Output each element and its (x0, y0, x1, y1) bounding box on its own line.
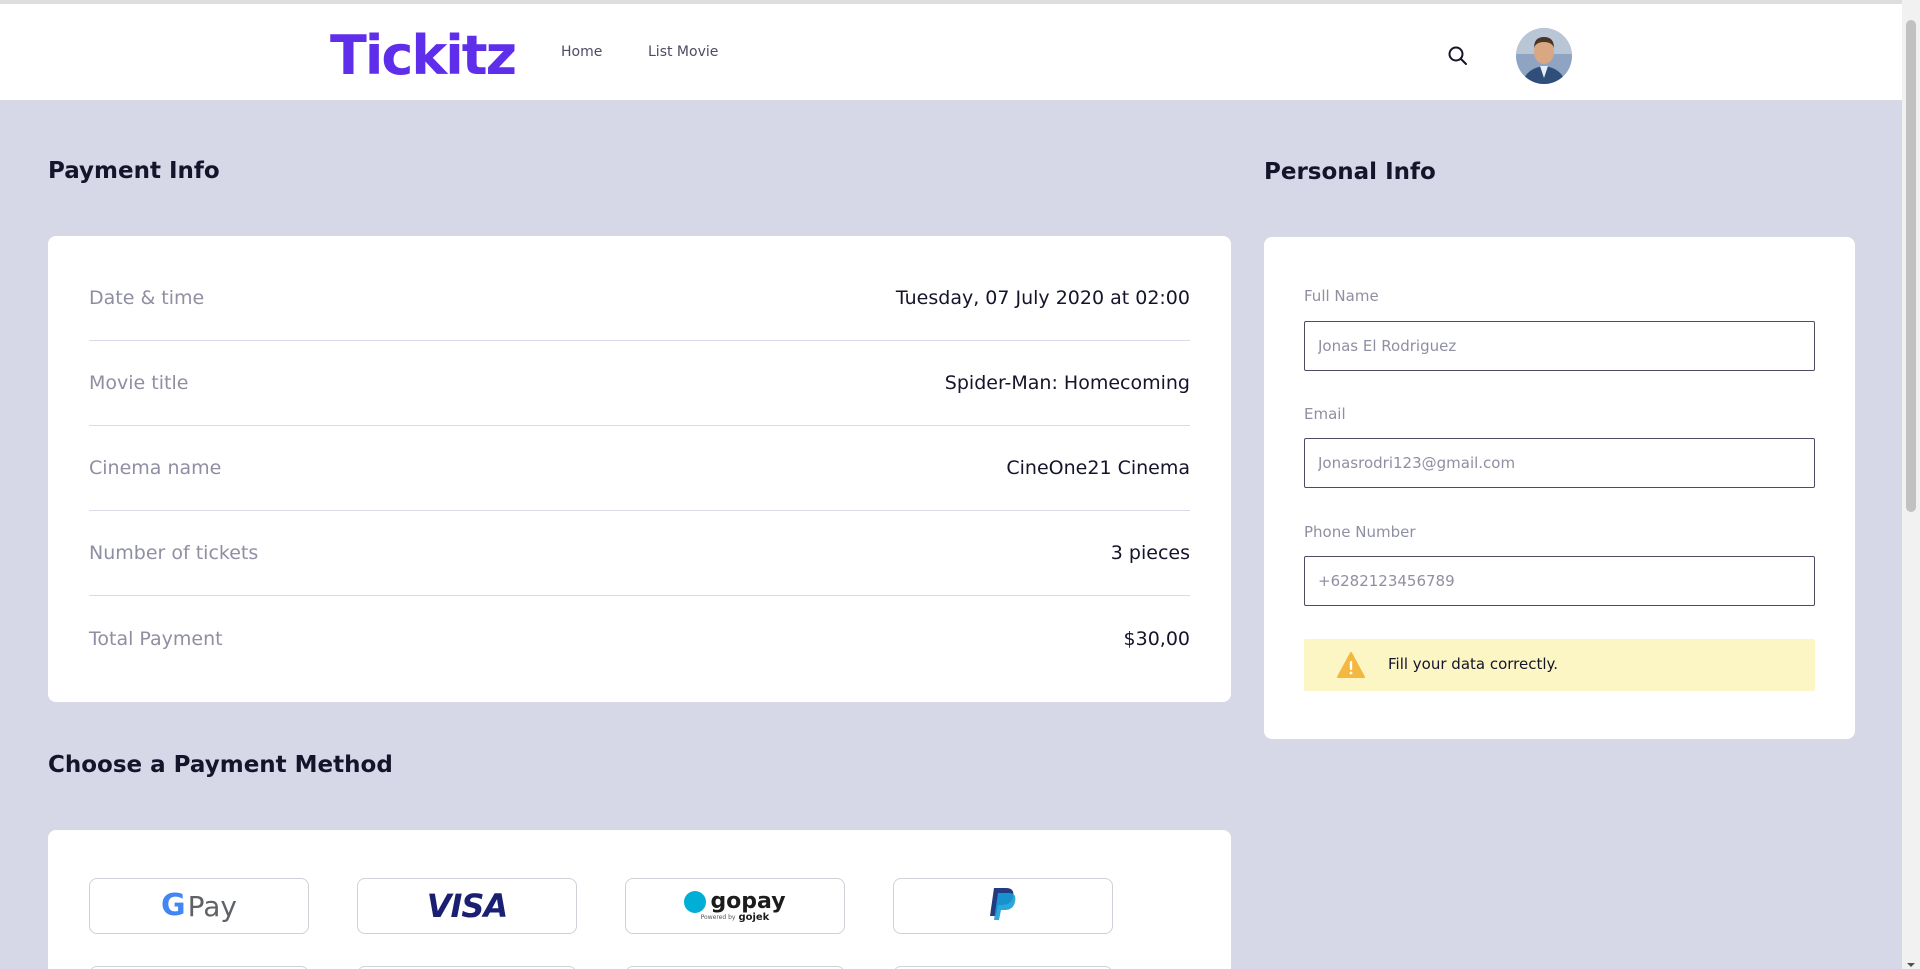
info-value: Tuesday, 07 July 2020 at 02:00 (895, 287, 1190, 309)
info-label: Number of tickets (89, 542, 259, 564)
visa-button[interactable]: VISA (357, 878, 577, 934)
info-label: Movie title (89, 372, 189, 394)
gopay-logo: gopay (710, 889, 786, 914)
warning-alert: Fill your data correctly. (1304, 639, 1815, 691)
payment-info-title: Payment Info (48, 158, 220, 184)
info-value: Spider-Man: Homecoming (944, 372, 1190, 394)
personal-info-card: Full Name Email Phone Number Fill your d… (1264, 237, 1855, 739)
gojek-logo: gojek (738, 912, 770, 923)
info-row-cinema: Cinema name CineOne21 Cinema (89, 426, 1190, 511)
email-label: Email (1304, 405, 1346, 423)
visa-logo: VISA (426, 887, 508, 925)
search-icon[interactable] (1446, 44, 1470, 68)
scrollbar-thumb[interactable] (1906, 20, 1916, 512)
warning-icon (1336, 651, 1366, 679)
info-label: Cinema name (89, 457, 222, 479)
alert-message: Fill your data correctly. (1388, 655, 1559, 673)
full-name-label: Full Name (1304, 287, 1379, 305)
top-navbar: Tickitz Home List Movie (0, 4, 1902, 100)
info-label: Total Payment (89, 627, 223, 650)
info-row-movie: Movie title Spider-Man: Homecoming (89, 341, 1190, 426)
google-pay-label: Pay (187, 889, 237, 923)
info-row-total: Total Payment $30,00 (89, 596, 1190, 681)
payment-method-title: Choose a Payment Method (48, 752, 393, 778)
google-pay-button[interactable]: G Pay (89, 878, 309, 934)
user-avatar[interactable] (1516, 28, 1572, 84)
page-scrollbar[interactable] (1902, 0, 1920, 969)
paypal-button[interactable] (893, 878, 1113, 934)
email-input[interactable] (1304, 438, 1815, 488)
info-value: CineOne21 Cinema (1006, 457, 1190, 479)
nav-list-movie-link[interactable]: List Movie (648, 44, 718, 60)
info-row-tickets: Number of tickets 3 pieces (89, 511, 1190, 596)
info-label: Date & time (89, 287, 205, 309)
phone-number-label: Phone Number (1304, 523, 1416, 541)
tickitz-logo[interactable]: Tickitz (330, 24, 517, 88)
full-name-input[interactable] (1304, 321, 1815, 371)
personal-info-title: Personal Info (1264, 159, 1436, 185)
nav-home-link[interactable]: Home (561, 44, 602, 60)
gopay-button[interactable]: gopay Powered by gojek (625, 878, 845, 934)
google-g-icon: G (161, 888, 186, 923)
gopay-wallet-icon (684, 890, 707, 913)
paypal-icon (987, 886, 1019, 926)
info-value: 3 pieces (1110, 542, 1190, 564)
gopay-powered-by: Powered by (700, 914, 736, 921)
payment-info-card: Date & time Tuesday, 07 July 2020 at 02:… (48, 236, 1231, 702)
info-value: $30,00 (1123, 627, 1190, 650)
info-row-date: Date & time Tuesday, 07 July 2020 at 02:… (89, 256, 1190, 341)
payment-method-card: G Pay VISA gopay Powered by gojek (48, 830, 1231, 969)
phone-number-input[interactable] (1304, 556, 1815, 606)
scroll-down-arrow-icon[interactable] (1906, 955, 1916, 967)
